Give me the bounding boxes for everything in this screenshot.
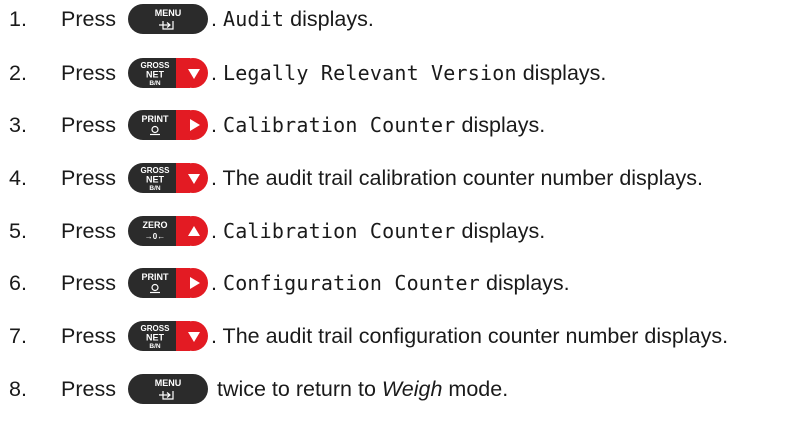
instruction-text: twice to return to [211, 376, 382, 401]
step-number: 5. [9, 218, 27, 243]
press-label: Press [61, 60, 116, 85]
print-key-label: PRINT [142, 272, 170, 282]
press-label: Press [61, 218, 116, 243]
zero-key-label: ZERO [142, 220, 167, 230]
menu-key-label: MENU [155, 378, 182, 388]
instruction-text: . [211, 60, 223, 85]
menu-key: MENU [128, 374, 208, 404]
gross-key: GROSS NET B/N [128, 58, 208, 88]
step-number: 4. [9, 165, 27, 190]
step-number: 8. [9, 376, 27, 401]
menu-key: MENU [128, 4, 208, 34]
instruction-text: . [211, 270, 223, 295]
zero-center-label: →0← [145, 232, 165, 241]
menu-key-graphic: MENU [128, 4, 208, 34]
step-description: . Configuration Counter displays. [211, 271, 570, 296]
display-text: Configuration Counter [222, 270, 481, 295]
step-description: . The audit trail configuration counter … [211, 324, 728, 349]
press-label: Press [61, 112, 116, 137]
press-label: Press [61, 323, 116, 348]
instruction-text: displays. [455, 218, 546, 243]
net-key-label: NET [146, 333, 165, 343]
press-label: Press [61, 165, 116, 190]
step-number: 6. [9, 270, 27, 295]
gross-key-graphic: GROSSNETB/N [128, 163, 208, 193]
press-label: Press [61, 6, 116, 31]
display-text: Legally Relevant Version [222, 60, 517, 85]
display-text: Audit [222, 6, 285, 31]
net-key-label: NET [146, 70, 165, 80]
bn-key-label: B/N [149, 80, 161, 87]
instruction-text: displays. [284, 6, 374, 31]
instruction-text: displays. [480, 270, 570, 295]
step-number: 1. [9, 6, 27, 31]
instruction-text: . [211, 6, 223, 31]
zero-key: ZERO →0← [128, 216, 208, 246]
instruction-text: displays. [455, 112, 546, 137]
print-key-label: PRINT [142, 114, 170, 124]
gross-key-graphic: GROSSNETB/N [128, 321, 208, 351]
instruction-text: mode. [442, 376, 509, 401]
press-label: Press [61, 376, 116, 401]
step-description: . Calibration Counter displays. [211, 219, 545, 244]
step-number: 3. [9, 112, 27, 137]
instruction-text: displays. [516, 60, 607, 85]
display-text: Calibration Counter [222, 112, 456, 137]
print-key-graphic: PRINT [128, 110, 208, 140]
print-key: PRINT [128, 268, 208, 298]
print-key: PRINT [128, 110, 208, 140]
step-description: . Audit displays. [211, 7, 374, 32]
instruction-text: . The audit trail configuration counter … [211, 323, 729, 348]
step-description: . The audit trail calibration counter nu… [211, 166, 703, 191]
bn-key-label: B/N [149, 343, 161, 350]
step-number: 7. [9, 323, 27, 348]
display-text: Calibration Counter [222, 218, 456, 243]
step-number: 2. [9, 60, 27, 85]
menu-key-graphic: MENU [128, 374, 208, 404]
instruction-text: . The audit trail calibration counter nu… [211, 165, 703, 190]
instruction-text: . [211, 218, 223, 243]
instruction-text: . [211, 112, 223, 137]
step-description: . Legally Relevant Version displays. [211, 61, 606, 86]
mode-name: Weigh [381, 376, 443, 401]
press-label: Press [61, 270, 116, 295]
step-description: twice to return to Weigh mode. [211, 377, 508, 402]
bn-key-label: B/N [149, 185, 161, 192]
print-key-graphic: PRINT [128, 268, 208, 298]
gross-key-graphic: GROSSNETB/N [128, 58, 208, 88]
menu-key-label: MENU [155, 8, 182, 18]
gross-key: GROSS NET B/N [128, 163, 208, 193]
gross-key: GROSS NET B/N [128, 321, 208, 351]
net-key-label: NET [146, 175, 165, 185]
step-description: . Calibration Counter displays. [211, 113, 545, 138]
zero-key-graphic: ZERO →0← [128, 216, 208, 246]
